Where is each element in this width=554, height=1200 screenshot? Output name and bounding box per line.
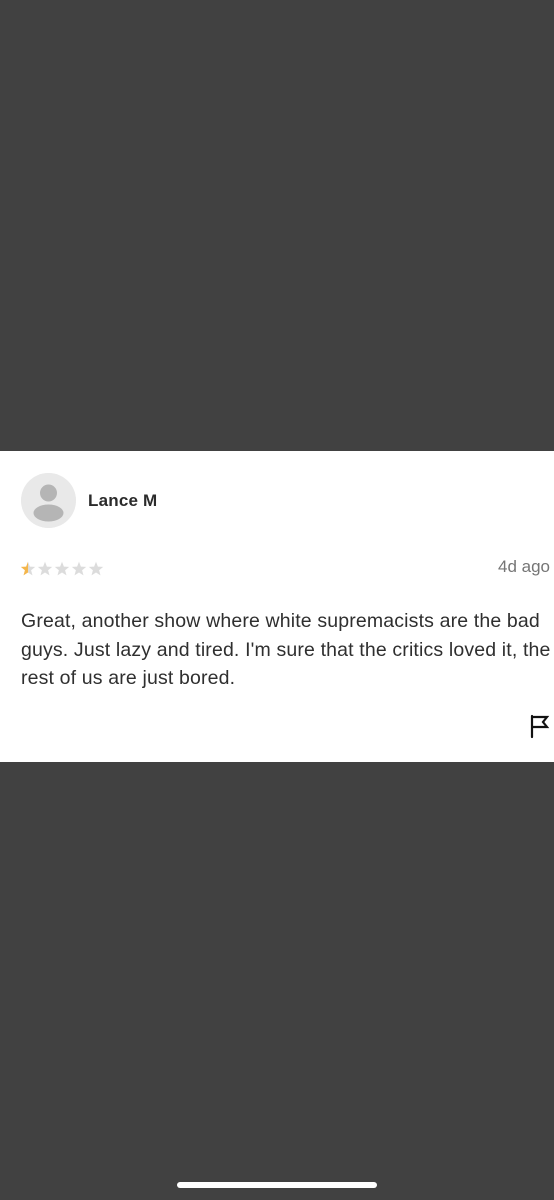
star-icon xyxy=(88,561,104,576)
review-text: Great, another show where white supremac… xyxy=(21,610,551,689)
reviewer-name: Lance M xyxy=(88,491,158,510)
star-icon xyxy=(37,561,53,576)
star-icon xyxy=(20,561,36,576)
review-timestamp: 4d ago xyxy=(498,557,550,576)
home-indicator[interactable] xyxy=(177,1182,377,1188)
star-icon xyxy=(71,561,87,576)
person-placeholder-icon xyxy=(21,473,76,528)
star-icon xyxy=(54,561,70,576)
avatar xyxy=(21,473,76,528)
flag-icon xyxy=(530,714,550,739)
star-rating xyxy=(20,561,104,579)
review-card: Lance M 4d ago Great, another show where… xyxy=(0,451,554,762)
screen: Lance M 4d ago Great, another show where… xyxy=(0,0,554,1200)
report-flag-button[interactable] xyxy=(528,713,552,739)
